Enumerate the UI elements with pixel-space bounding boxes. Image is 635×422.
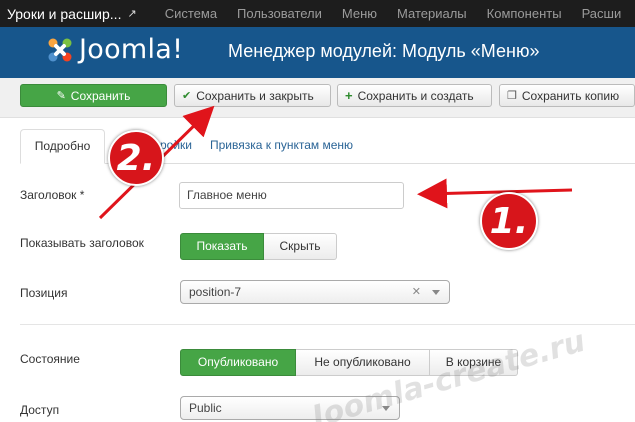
access-select[interactable]: Public [180,396,400,420]
menu-content[interactable]: Материалы [387,6,477,21]
menu-menus[interactable]: Меню [332,6,387,21]
tab-details[interactable]: Подробно [20,129,105,164]
joomla-logo: Joomla! [46,34,183,65]
chevron-down-icon [432,290,440,295]
tab-menu-assignment[interactable]: Привязка к пунктам меню [210,129,353,164]
step-1-badge: 1. [480,192,538,250]
admin-top-menu: Уроки и расшир... ↗ Система Пользователи… [0,0,635,27]
save-button[interactable]: ✎ Сохранить [20,84,167,107]
position-label: Позиция [20,286,68,300]
access-value: Public [189,401,222,415]
joomla-logo-icon [48,38,72,61]
access-label: Доступ [20,403,60,417]
show-title-hide-button[interactable]: Скрыть [264,233,337,260]
state-toggle: Опубликовано Не опубликовано В корзине [180,349,518,376]
menu-extensions[interactable]: Расши [572,6,632,21]
external-link-icon: ↗ [127,8,137,20]
state-published-button[interactable]: Опубликовано [180,349,296,376]
save-and-new-label: Сохранить и создать [357,88,474,103]
show-title-show-button[interactable]: Показать [180,233,264,260]
title-label: Заголовок * [20,188,85,202]
chevron-down-icon [382,406,390,411]
save-as-copy-button[interactable]: ❐ Сохранить копию [499,84,635,107]
save-as-copy-label: Сохранить копию [521,88,620,103]
state-trashed-button[interactable]: В корзине [430,349,518,376]
title-input[interactable]: Главное меню [179,182,404,209]
state-label: Состояние [20,352,80,366]
save-and-new-button[interactable]: + Сохранить и создать [337,84,492,107]
step-2-badge: 2. [108,130,164,186]
toolbar: ✎ Сохранить ✔ Сохранить и закрыть + Сохр… [0,78,635,118]
menu-users[interactable]: Пользователи [227,6,332,21]
show-title-label: Показывать заголовок [20,236,144,250]
page-title: Менеджер модулей: Модуль «Меню» [228,41,540,61]
save-and-close-label: Сохранить и закрыть [196,88,314,103]
tab-options[interactable]: ройки [160,129,192,164]
menu-components[interactable]: Компоненты [477,6,572,21]
tab-bar: Подробно ройки Привязка к пунктам меню [0,118,635,164]
logo-text: Joomla! [79,34,184,65]
plus-icon: + [345,88,353,103]
state-unpublished-button[interactable]: Не опубликовано [296,349,430,376]
section-divider [20,324,635,325]
site-link[interactable]: Уроки и расшир... ↗ [0,6,155,22]
edit-icon: ✎ [56,90,66,102]
show-title-toggle: Показать Скрыть [180,233,337,260]
position-value: position-7 [189,285,242,299]
save-and-close-button[interactable]: ✔ Сохранить и закрыть [174,84,331,107]
save-button-label: Сохранить [70,88,131,103]
site-name: Уроки и расшир... [7,5,122,22]
copy-icon: ❐ [507,90,517,102]
check-icon: ✔ [182,90,192,102]
clear-icon[interactable]: ✕ [412,281,421,303]
position-select[interactable]: position-7 ✕ [180,280,450,304]
menu-system[interactable]: Система [155,6,227,21]
